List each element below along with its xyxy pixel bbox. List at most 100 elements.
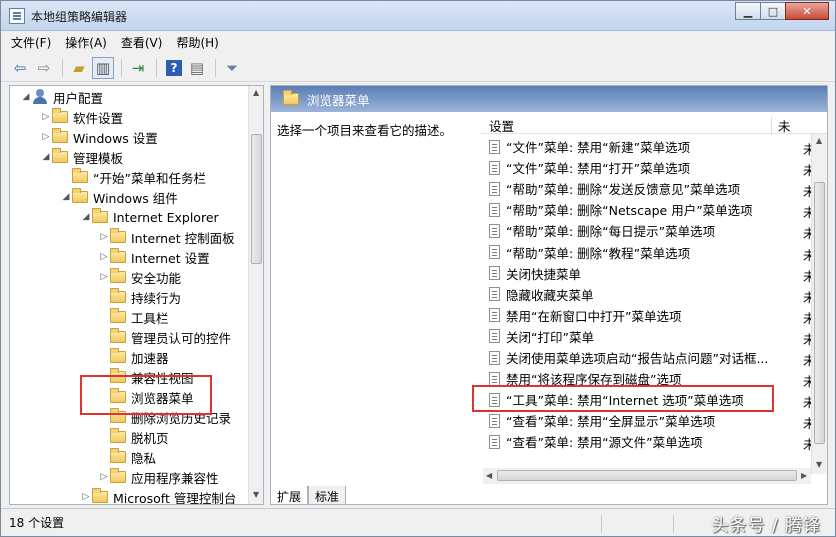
menu-action[interactable]: 操作(A) <box>65 34 107 51</box>
policy-label: “帮助”菜单: 删除“Netscape 用户”菜单选项 <box>506 203 753 219</box>
expand-arrow-icon[interactable]: ▷ <box>98 272 110 282</box>
tree-item[interactable]: ◢ Windows 组件 <box>60 187 178 207</box>
policy-list-item[interactable]: 关闭“打印”菜单 <box>489 326 594 347</box>
tree-item[interactable]: ◢ 管理模板 <box>40 147 123 167</box>
list-scroll-thumb-h[interactable] <box>497 470 797 481</box>
folder-icon <box>92 488 108 503</box>
policy-setting-icon <box>489 139 500 154</box>
policy-list-item[interactable]: 禁用“在新窗口中打开”菜单选项 <box>489 305 681 326</box>
status-bar: 18 个设置 <box>1 508 835 536</box>
collapse-arrow-icon[interactable]: ◢ <box>60 192 72 202</box>
expand-arrow-icon[interactable]: ▷ <box>40 132 52 142</box>
policy-list-item[interactable]: 关闭使用菜单选项启动“报告站点问题”对话框... <box>489 347 768 368</box>
folder-icon <box>52 128 68 143</box>
tree-item-label: 脱机页 <box>131 430 169 446</box>
policy-list-item[interactable]: 关闭快捷菜单 <box>489 263 581 284</box>
scroll-right-icon[interactable]: ▶ <box>801 471 807 480</box>
tab-extended[interactable]: 扩展 <box>270 486 309 505</box>
scroll-up-icon[interactable]: ▲ <box>816 136 822 145</box>
menu-help[interactable]: 帮助(H) <box>176 34 218 51</box>
up-folder-icon[interactable]: ▰ <box>68 57 90 79</box>
minimize-button[interactable]: ▁ <box>735 2 761 20</box>
tree-item[interactable]: ▷ 软件设置 <box>40 107 123 127</box>
policy-list-item[interactable]: “文件”菜单: 禁用“打开”菜单选项 <box>489 157 690 178</box>
tree-scrollbar[interactable]: ▲ ▼ <box>248 86 263 504</box>
menu-file[interactable]: 文件(F) <box>11 34 51 51</box>
tree-item[interactable]: ▷ Internet 设置 <box>98 247 210 267</box>
expand-arrow-icon[interactable]: ▷ <box>80 492 92 502</box>
policy-setting-icon <box>489 202 500 217</box>
tree-item[interactable]: 管理员认可的控件 <box>98 327 231 347</box>
tree-item[interactable]: 工具栏 <box>98 307 169 327</box>
tree-item[interactable]: ◢ 用户配置 <box>20 87 103 107</box>
details-header-title: 浏览器菜单 <box>307 92 370 108</box>
scroll-down-icon[interactable]: ▼ <box>253 490 259 499</box>
description-text: 选择一个项目来查看它的描述。 <box>277 123 453 138</box>
policy-list-item[interactable]: “帮助”菜单: 删除“发送反馈意见”菜单选项 <box>489 178 740 199</box>
collapse-arrow-icon[interactable]: ◢ <box>40 152 52 162</box>
forward-arrow-icon[interactable]: ⇨ <box>33 57 55 79</box>
back-arrow-icon[interactable]: ⇦ <box>9 57 31 79</box>
tree-item[interactable]: 脱机页 <box>98 427 169 447</box>
tree-item[interactable]: ◢ Internet Explorer <box>80 207 219 227</box>
policy-list-item[interactable]: “文件”菜单: 禁用“新建”菜单选项 <box>489 136 690 157</box>
scroll-down-icon[interactable]: ▼ <box>816 460 822 469</box>
toolbar: ⇦ ⇨ ▰ ▥ ⇥ ? ▤ ⏷ <box>1 54 835 82</box>
tree-item[interactable]: ▷ Internet 控制面板 <box>98 227 235 247</box>
close-button[interactable]: ✕ <box>785 2 829 20</box>
scroll-up-icon[interactable]: ▲ <box>253 88 259 97</box>
list-scrollbar-h[interactable]: ◀ ▶ <box>483 468 811 484</box>
expand-arrow-icon[interactable]: ▷ <box>98 232 110 242</box>
expand-arrow-icon[interactable]: ▷ <box>98 252 110 262</box>
tree-item[interactable]: “开始”菜单和任务栏 <box>60 167 206 187</box>
list-scroll-thumb-v[interactable] <box>814 182 825 444</box>
highlight-tree-selection <box>80 375 212 415</box>
properties-icon[interactable]: ▤ <box>186 57 208 79</box>
folder-icon <box>52 108 68 123</box>
column-setting[interactable]: 设置 <box>489 116 514 135</box>
tree-item[interactable]: 加速器 <box>98 347 169 367</box>
status-separators <box>601 515 602 533</box>
tree-item[interactable]: ▷ Windows 设置 <box>40 127 158 147</box>
policy-list-item[interactable]: “查看”菜单: 禁用“源文件”菜单选项 <box>489 431 703 452</box>
show-hide-tree-icon[interactable]: ▥ <box>92 56 114 79</box>
filter-icon[interactable]: ⏷ <box>221 57 243 79</box>
collapse-arrow-icon[interactable]: ◢ <box>20 92 32 102</box>
policy-list-item[interactable]: 隐藏收藏夹菜单 <box>489 284 594 305</box>
tree-item-label: Microsoft 管理控制台 <box>113 490 237 505</box>
tree-scroll-thumb[interactable] <box>251 134 262 264</box>
export-list-icon[interactable]: ⇥ <box>127 57 149 79</box>
policy-label: 隐藏收藏夹菜单 <box>506 287 594 303</box>
tree-item[interactable]: 隐私 <box>98 447 156 467</box>
policy-label: “帮助”菜单: 删除“教程”菜单选项 <box>506 245 691 261</box>
help-icon[interactable]: ? <box>166 59 182 76</box>
column-state[interactable]: 未 <box>771 116 791 135</box>
menu-view[interactable]: 查看(V) <box>121 34 163 51</box>
policy-list-item[interactable]: “帮助”菜单: 删除“Netscape 用户”菜单选项 <box>489 199 753 220</box>
tree-item[interactable]: ▷ 应用程序兼容性 <box>98 467 219 487</box>
scroll-left-icon[interactable]: ◀ <box>486 471 492 480</box>
policy-list-item[interactable]: “帮助”菜单: 删除“每日提示”菜单选项 <box>489 220 715 241</box>
tree-item[interactable]: ▷ Microsoft 管理控制台 <box>80 487 237 505</box>
expand-arrow-icon[interactable]: ▷ <box>40 112 52 122</box>
tree-item-label: 软件设置 <box>73 110 124 126</box>
tree-item[interactable]: 持续行为 <box>98 287 181 307</box>
policy-setting-icon <box>489 266 500 281</box>
tab-standard[interactable]: 标准 <box>308 486 347 505</box>
policy-label: “文件”菜单: 禁用“打开”菜单选项 <box>506 161 691 177</box>
collapse-arrow-icon[interactable]: ◢ <box>80 212 92 222</box>
policy-list-item[interactable]: “查看”菜单: 禁用“全屏显示”菜单选项 <box>489 410 715 431</box>
details-header: 浏览器菜单 <box>271 86 827 112</box>
policy-list-item[interactable]: “帮助”菜单: 删除“教程”菜单选项 <box>489 242 690 263</box>
window-title: 本地组策略编辑器 <box>31 10 128 24</box>
maximize-button[interactable]: □ <box>760 2 786 20</box>
folder-icon <box>110 348 126 363</box>
expand-arrow-icon[interactable]: ▷ <box>98 472 110 482</box>
tree-item[interactable]: ▷ 安全功能 <box>98 267 181 287</box>
folder-icon <box>110 308 126 323</box>
menu-bar: 文件(F) 操作(A) 查看(V) 帮助(H) <box>1 31 835 53</box>
policy-label: 禁用“在新窗口中打开”菜单选项 <box>506 308 682 324</box>
list-scrollbar-v[interactable]: ▲ ▼ <box>811 134 827 474</box>
policy-setting-icon <box>489 245 500 259</box>
policy-label: 关闭“打印”菜单 <box>506 329 594 345</box>
